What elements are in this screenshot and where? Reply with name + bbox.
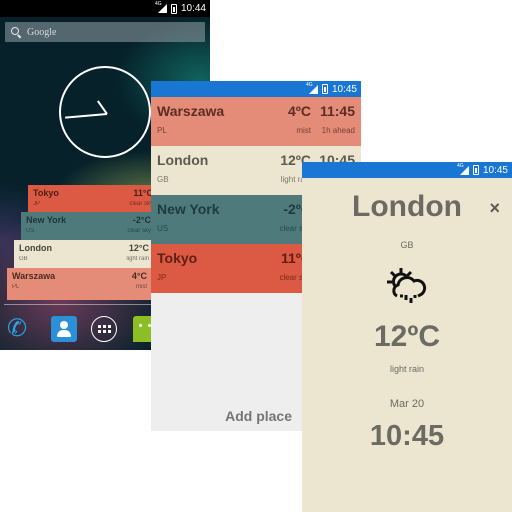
widget-desc: clear sky (127, 228, 151, 234)
place-temp: 4ºC (287, 103, 311, 119)
place-city: Warszawa (157, 103, 225, 119)
detail-time: 10:45 (369, 420, 445, 452)
widget-desc: mist (136, 284, 147, 290)
widget-country: US (26, 228, 35, 234)
clock-minute-hand (65, 113, 108, 119)
widget-country: JP (33, 201, 41, 207)
status-time: 10:44 (180, 3, 206, 14)
detail-description: light rain (389, 364, 425, 374)
battery-icon (321, 84, 328, 94)
signal-icon: 4G (155, 1, 167, 13)
google-search-bar[interactable]: Google (5, 22, 205, 42)
search-placeholder: Google (27, 26, 57, 38)
app-drawer-icon[interactable] (91, 316, 117, 342)
place-country: PL (157, 126, 167, 135)
status-time: 10:45 (331, 83, 357, 95)
search-icon (11, 27, 21, 37)
place-desc: mist (296, 126, 311, 135)
weather-widget-warszawa[interactable]: Warszawa 4°C PL mist (7, 268, 152, 300)
place-city: New York (157, 201, 220, 217)
place-city: Tokyo (157, 250, 198, 266)
sun-cloud-rain-icon (387, 268, 427, 303)
status-bar: 4G 10:44 (0, 0, 210, 17)
place-city: London (157, 152, 209, 168)
place-time: 11:45 (319, 103, 355, 119)
widget-temp: 12°C (128, 243, 149, 253)
status-time: 10:45 (482, 164, 508, 176)
weather-widget-london[interactable]: London 12°C GB light rain (14, 240, 154, 268)
place-desc: clear sky (279, 224, 311, 233)
phone-icon[interactable]: ✆ (7, 316, 33, 342)
contacts-icon[interactable] (51, 316, 77, 342)
widget-desc: clear sky (129, 201, 153, 207)
status-bar: 4G 10:45 (302, 162, 512, 178)
widget-city: London (19, 243, 52, 253)
place-detail-screen: 4G 10:45 London × GB 12ºC light rain Mar… (302, 162, 512, 512)
detail-temperature: 12ºC (374, 320, 440, 353)
signal-icon: 4G (306, 82, 318, 94)
close-icon[interactable]: × (489, 198, 500, 219)
analog-clock-widget[interactable] (59, 66, 151, 158)
place-country: GB (157, 175, 169, 184)
widget-city: Tokyo (33, 188, 59, 198)
place-country: JP (157, 273, 167, 282)
weather-widget-new-york[interactable]: New York -2°C US clear sky (21, 212, 156, 240)
dock-divider (4, 304, 154, 305)
place-offset: 1h ahead (321, 126, 355, 135)
widget-city: Warszawa (12, 271, 56, 281)
widget-country: GB (19, 256, 28, 262)
widget-country: PL (12, 284, 20, 290)
widget-desc: light rain (126, 256, 149, 262)
detail-city: London (352, 190, 462, 223)
place-country: US (157, 224, 169, 233)
widget-temp: 4°C (131, 271, 147, 281)
detail-date: Mar 20 (389, 398, 425, 410)
place-desc: clear sky (279, 273, 311, 282)
weather-widget-tokyo[interactable]: Tokyo 11°C JP clear sky (28, 185, 158, 213)
place-row-warszawa[interactable]: Warszawa 4ºC 11:45 PL mist 1h ahead (151, 97, 361, 146)
battery-icon (472, 165, 479, 175)
widget-temp: -2°C (132, 215, 151, 225)
detail-country: GB (400, 240, 414, 250)
place-desc: light rain (280, 175, 311, 184)
signal-icon: 4G (457, 163, 469, 175)
widget-city: New York (26, 215, 67, 225)
status-bar: 4G 10:45 (151, 81, 361, 97)
add-place-button[interactable]: Add place (225, 408, 292, 424)
battery-icon (170, 3, 177, 14)
